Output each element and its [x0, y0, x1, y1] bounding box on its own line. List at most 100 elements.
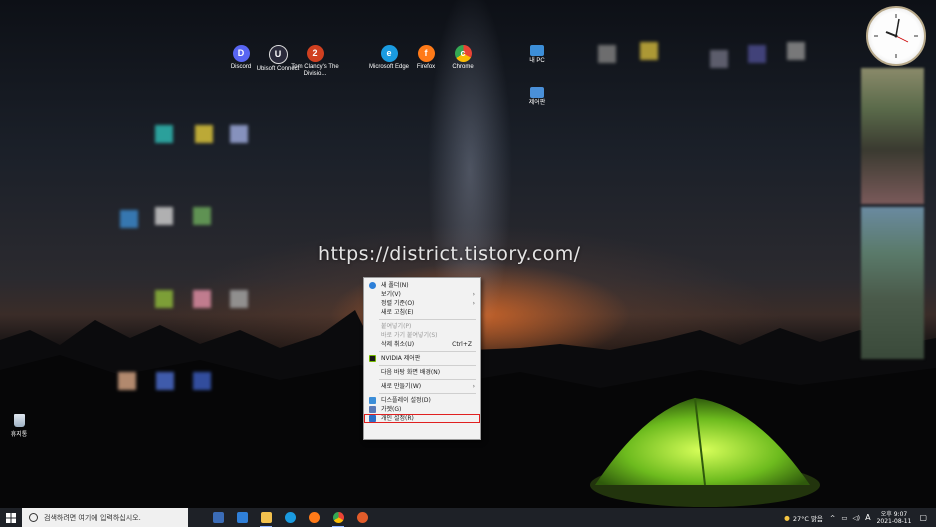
- ime-indicator[interactable]: A: [865, 513, 870, 522]
- menu-separator: [379, 393, 476, 394]
- gadget-panel[interactable]: [861, 68, 924, 204]
- windows-logo-icon: [6, 512, 16, 523]
- system-tray: ● 27°C 맑음 ^ ▭ ◁) A 오후 9:07 2021-08-11 ▢: [784, 508, 936, 527]
- control-panel-icon: [530, 87, 544, 98]
- personalize-icon: [369, 415, 376, 422]
- nvidia-icon: [369, 355, 376, 362]
- taskbar-search-box[interactable]: 검색하려면 여기에 입력하십시오.: [22, 508, 188, 527]
- taskbar-app-mail[interactable]: [230, 508, 254, 527]
- start-button[interactable]: [0, 508, 22, 527]
- blurred-icon[interactable]: [155, 290, 173, 308]
- desktop-icon-recycle-bin[interactable]: 휴지통: [6, 414, 32, 438]
- menu-item-refresh[interactable]: 새로 고침(E): [364, 308, 480, 317]
- chrome-icon: [332, 512, 344, 523]
- taskbar-app-chrome[interactable]: [326, 508, 350, 527]
- blurred-icon[interactable]: [155, 125, 173, 143]
- desktop-icon-this-pc[interactable]: 내 PC: [511, 45, 563, 65]
- weather-icon: ●: [784, 513, 790, 522]
- menu-item-personalize[interactable]: 개인 설정(R): [364, 414, 480, 423]
- desktop-icon-label: 휴지통: [10, 432, 28, 438]
- menu-item-paste[interactable]: 붙여넣기(P): [364, 322, 480, 331]
- clock-date: 2021-08-11: [876, 517, 912, 525]
- division2-icon: 2: [306, 45, 324, 62]
- edge-icon: [284, 512, 296, 523]
- firefox-icon: f: [417, 45, 435, 62]
- chevron-up-icon[interactable]: ^: [830, 514, 835, 522]
- blurred-icon[interactable]: [640, 42, 658, 60]
- blurred-icon[interactable]: [195, 125, 213, 143]
- menu-item-new-folder[interactable]: 새 폴더(N): [364, 281, 480, 290]
- blurred-icon[interactable]: [230, 125, 248, 143]
- blurred-icon[interactable]: [787, 42, 805, 60]
- firefox-icon: [356, 512, 368, 523]
- blurred-icon[interactable]: [118, 372, 136, 390]
- edge-icon: e: [380, 45, 398, 62]
- chevron-right-icon: ›: [472, 300, 475, 307]
- store-icon: [212, 512, 224, 523]
- gadget-panel[interactable]: [861, 207, 924, 359]
- new-folder-icon: [369, 282, 376, 289]
- chevron-right-icon: ›: [472, 383, 475, 390]
- firefox-icon: [308, 512, 320, 523]
- desktop-icon-label: 내 PC: [529, 58, 545, 64]
- blurred-icon[interactable]: [156, 372, 174, 390]
- ubisoft-icon: U: [268, 45, 288, 64]
- desktop-icon-division2[interactable]: 2 Tom Clancy's The Divisio...: [289, 45, 341, 78]
- desktop-icon-label: Chrome: [452, 64, 474, 70]
- volume-icon[interactable]: ◁): [853, 514, 861, 522]
- blurred-icon[interactable]: [710, 50, 728, 68]
- blurred-icon[interactable]: [120, 210, 138, 228]
- notification-icon[interactable]: ▢: [919, 513, 927, 522]
- clock-time: 오후 9:07: [880, 510, 908, 518]
- blurred-icon[interactable]: [748, 45, 766, 63]
- blurred-icon[interactable]: [193, 207, 211, 225]
- desktop-icon-label: Tom Clancy's The Divisio...: [291, 64, 339, 77]
- blurred-icon[interactable]: [598, 45, 616, 63]
- desktop-background[interactable]: https://district.tistory.com/ D Discord …: [0, 0, 936, 508]
- taskbar-app-firefox-2[interactable]: [350, 508, 374, 527]
- network-icon[interactable]: ▭: [841, 514, 847, 522]
- menu-item-view[interactable]: 보기(V) ›: [364, 290, 480, 299]
- menu-item-nvidia[interactable]: NVIDIA 제어판: [364, 354, 480, 363]
- taskbar: 검색하려면 여기에 입력하십시오. ● 27°C 맑음 ^ ▭ ◁) A 오후 …: [0, 508, 936, 527]
- blurred-icon[interactable]: [193, 290, 211, 308]
- blurred-icon[interactable]: [193, 372, 211, 390]
- tent-image: [590, 397, 820, 507]
- menu-item-new[interactable]: 새로 만들기(W) ›: [364, 382, 480, 391]
- taskbar-clock[interactable]: 오후 9:07 2021-08-11: [877, 511, 912, 525]
- shortcut-label: Ctrl+Z: [452, 341, 472, 348]
- gadget-icon: [369, 406, 376, 413]
- menu-separator: [379, 351, 476, 352]
- menu-item-next-background[interactable]: 다음 바탕 화면 배경(N): [364, 368, 480, 377]
- blurred-icon[interactable]: [230, 290, 248, 308]
- display-icon: [369, 397, 376, 404]
- menu-item-paste-shortcut[interactable]: 바로 가기 붙여넣기(S): [364, 331, 480, 340]
- mail-icon: [236, 512, 248, 523]
- menu-separator: [379, 379, 476, 380]
- weather-status[interactable]: 27°C 맑음: [793, 513, 823, 523]
- taskbar-app-file-explorer[interactable]: [254, 508, 278, 527]
- menu-separator: [379, 319, 476, 320]
- menu-item-gadgets[interactable]: 가젯(G): [364, 405, 480, 414]
- menu-separator: [379, 365, 476, 366]
- watermark-url: https://district.tistory.com/: [318, 243, 581, 265]
- taskbar-app-edge[interactable]: [278, 508, 302, 527]
- chrome-icon: c: [454, 45, 472, 62]
- desktop-icon-control-panel[interactable]: 제어판: [511, 87, 563, 107]
- menu-item-undo-delete[interactable]: 삭제 취소(U) Ctrl+Z: [364, 340, 480, 349]
- clock-face-icon: [874, 14, 918, 58]
- file-explorer-icon: [260, 512, 272, 523]
- taskbar-app-firefox[interactable]: [302, 508, 326, 527]
- context-menu: 새 폴더(N) 보기(V) › 정렬 기준(O) › 새로 고침(E) 붙여넣기…: [363, 277, 481, 440]
- taskbar-app-store[interactable]: [206, 508, 230, 527]
- clock-gadget[interactable]: [866, 6, 926, 66]
- menu-item-sort-by[interactable]: 정렬 기준(O) ›: [364, 299, 480, 308]
- this-pc-icon: [530, 45, 544, 56]
- search-icon: [29, 513, 38, 522]
- menu-item-display-settings[interactable]: 디스플레이 설정(D): [364, 396, 480, 405]
- desktop-icon-chrome[interactable]: c Chrome: [437, 45, 489, 71]
- search-placeholder: 검색하려면 여기에 입력하십시오.: [44, 513, 141, 522]
- chevron-right-icon: ›: [472, 291, 475, 298]
- discord-icon: D: [232, 45, 250, 62]
- blurred-icon[interactable]: [155, 207, 173, 225]
